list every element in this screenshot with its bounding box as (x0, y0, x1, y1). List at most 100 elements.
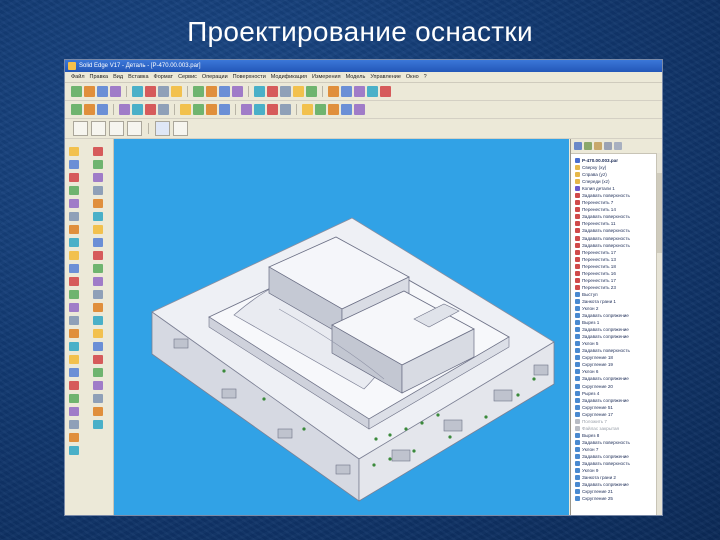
sketch-options-button[interactable] (173, 121, 188, 136)
menu-item[interactable]: Управление (370, 74, 401, 80)
toolbar-button[interactable] (158, 104, 169, 115)
scrollbar-thumb[interactable] (657, 173, 662, 253)
menu-item[interactable]: Поверхности (233, 74, 266, 80)
toolbar-button[interactable] (354, 104, 365, 115)
3d-viewport[interactable] (114, 139, 569, 515)
tree-item[interactable]: Занкота грани 1 (575, 298, 662, 305)
tree-item[interactable]: Задавать сопряжение (575, 333, 662, 340)
tree-item[interactable]: Скругление 51 (575, 404, 662, 411)
menu-item[interactable]: Операции (202, 74, 228, 80)
tree-item[interactable]: Файлас закрытая (575, 425, 662, 432)
selection-filter-button[interactable] (91, 121, 106, 136)
menu-item[interactable]: Вставка (128, 74, 148, 80)
tree-item[interactable]: Задавать сопряжение (575, 375, 662, 382)
tree-item[interactable]: Перенестить 14 (575, 206, 662, 213)
toolbar-button[interactable] (354, 86, 365, 97)
toolbar-button[interactable] (267, 86, 278, 97)
feature-tool-button[interactable] (93, 225, 103, 234)
tree-item[interactable]: Уклон 2 (575, 305, 662, 312)
feature-tool-button[interactable] (93, 355, 103, 364)
layers-icon[interactable] (594, 142, 602, 150)
tree-item[interactable]: Перенестить 17 (575, 277, 662, 284)
feature-tool-button[interactable] (69, 303, 79, 312)
tree-item[interactable]: Задавать поверхность (575, 242, 662, 249)
tree-item[interactable]: Сверху (xy) (575, 164, 662, 171)
toolbar-button[interactable] (97, 104, 108, 115)
toolbar-button[interactable] (193, 104, 204, 115)
tree-item[interactable]: Перенестить 7 (575, 199, 662, 206)
toolbar-button[interactable] (302, 104, 313, 115)
feature-tool-button[interactable] (69, 446, 79, 455)
toolbar-button[interactable] (97, 86, 108, 97)
highlight-button[interactable] (109, 121, 124, 136)
toolbar-button[interactable] (145, 86, 156, 97)
display-icon[interactable] (604, 142, 612, 150)
toolbar-button[interactable] (341, 86, 352, 97)
toolbar-button[interactable] (171, 86, 182, 97)
toolbar-button[interactable] (71, 86, 82, 97)
feature-tool-button[interactable] (69, 186, 79, 195)
tree-item[interactable]: Уклон 6 (575, 368, 662, 375)
feature-tool-button[interactable] (69, 251, 79, 260)
feature-tool-button[interactable] (69, 199, 79, 208)
feature-tool-button[interactable] (93, 147, 103, 156)
toolbar-button[interactable] (254, 86, 265, 97)
menu-item[interactable]: Правка (90, 74, 109, 80)
toolbar-button[interactable] (180, 104, 191, 115)
feature-tool-button[interactable] (69, 225, 79, 234)
feature-tool-button[interactable] (69, 147, 79, 156)
tree-item[interactable]: Задавать сопряжение (575, 312, 662, 319)
tree-item[interactable]: Перенестить 18 (575, 263, 662, 270)
feature-tool-button[interactable] (93, 316, 103, 325)
feature-tool-button[interactable] (69, 355, 79, 364)
toolbar-button[interactable] (328, 104, 339, 115)
toolbar-button[interactable] (306, 86, 317, 97)
tree-item[interactable]: Задавать сопряжение (575, 326, 662, 333)
toolbar-button[interactable] (293, 86, 304, 97)
feature-tool-button[interactable] (69, 342, 79, 351)
menu-item[interactable]: Файл (71, 74, 85, 80)
feature-tool-button[interactable] (93, 173, 103, 182)
toolbar-button[interactable] (145, 104, 156, 115)
tree-item[interactable]: Задавать поверхность (575, 347, 662, 354)
toolbar-button[interactable] (280, 86, 291, 97)
feature-tool-button[interactable] (93, 329, 103, 338)
tree-item[interactable]: Копия детали 1 (575, 185, 662, 192)
tree-item[interactable]: Занкота грани 2 (575, 474, 662, 481)
tree-item[interactable]: Перенестить 11 (575, 220, 662, 227)
tree-item[interactable]: Скругление 18 (575, 354, 662, 361)
feature-tool-button[interactable] (93, 303, 103, 312)
toolbar-button[interactable] (254, 104, 265, 115)
feature-tool-button[interactable] (69, 433, 79, 442)
tree-item[interactable]: Задавать сопряжение (575, 397, 662, 404)
feature-tool-button[interactable] (93, 199, 103, 208)
tree-item[interactable]: Вырез 1 (575, 319, 662, 326)
feature-tool-button[interactable] (93, 342, 103, 351)
feature-tool-button[interactable] (69, 368, 79, 377)
toolbar-button[interactable] (219, 86, 230, 97)
toolbar-button[interactable] (206, 86, 217, 97)
toolbar-button[interactable] (380, 86, 391, 97)
toolbar-button[interactable] (84, 104, 95, 115)
toolbar-button[interactable] (119, 104, 130, 115)
feature-tool-button[interactable] (69, 290, 79, 299)
feature-tool-button[interactable] (69, 394, 79, 403)
tree-item[interactable]: Перенестить 23 (575, 284, 662, 291)
feature-tool-button[interactable] (93, 160, 103, 169)
feature-tool-button[interactable] (69, 277, 79, 286)
tree-item[interactable]: Скругление 17 (575, 411, 662, 418)
tree-item[interactable]: Рырез 4 (575, 390, 662, 397)
tree-item[interactable]: Вырез 8 (575, 432, 662, 439)
feature-tool-button[interactable] (69, 407, 79, 416)
select-tool-button[interactable] (73, 121, 88, 136)
feature-tool-button[interactable] (93, 238, 103, 247)
menu-item[interactable]: Модификация (271, 74, 307, 80)
tree-item[interactable]: Задавать поверхность (575, 235, 662, 242)
options-button[interactable] (127, 121, 142, 136)
tree-item[interactable]: Уклон 5 (575, 340, 662, 347)
toolbar-button[interactable] (280, 104, 291, 115)
tree-item[interactable]: Спереди (xz) (575, 178, 662, 185)
toolbar-button[interactable] (328, 86, 339, 97)
feature-tool-button[interactable] (93, 407, 103, 416)
feature-tool-button[interactable] (93, 186, 103, 195)
